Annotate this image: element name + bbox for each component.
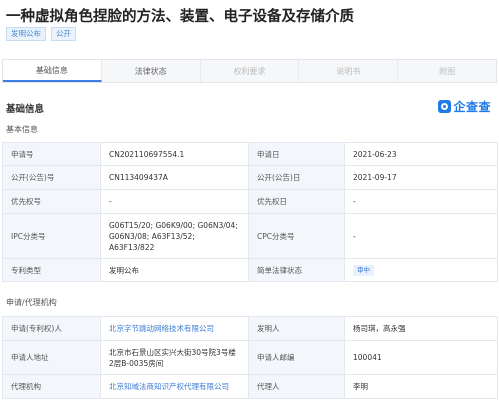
- legal-status-label: 简单法律状态: [248, 258, 345, 282]
- publication-date-value: 2021-09-17: [344, 165, 498, 190]
- page-title: 一种虚拟角色捏脸的方法、装置、电子设备及存储介质: [6, 9, 354, 25]
- tab-basic-info[interactable]: 基础信息: [3, 60, 102, 82]
- table-row: 申请人地址 北京市石景山区实兴大街30号院3号楼2层B-0035房间 申请人邮编…: [2, 340, 498, 375]
- publication-date-label: 公开(公告)日: [248, 165, 345, 190]
- table-row: 公开(公告)号 CN113409437A 公开(公告)日 2021-09-17: [2, 165, 498, 190]
- agency-info-heading: 申请/代理机构: [6, 298, 57, 307]
- basic-info-table: 申请号 CN202110697554.1 申请日 2021-06-23 公开(公…: [2, 142, 498, 282]
- qichacha-logo-text: 企查查: [453, 100, 491, 114]
- application-date-label: 申请日: [248, 142, 345, 166]
- tab-description[interactable]: 说明书: [299, 60, 399, 82]
- status-badge: 审中: [353, 265, 374, 276]
- table-row: 申请号 CN202110697554.1 申请日 2021-06-23: [2, 142, 498, 166]
- priority-number-label: 优先权号: [2, 189, 101, 214]
- publication-number-label: 公开(公告)号: [2, 165, 101, 190]
- agent-value: 李明: [344, 374, 498, 399]
- priority-date-label: 优先权日: [248, 189, 345, 214]
- applicant-postcode-value: 100041: [344, 340, 498, 375]
- applicant-label: 申请(专利权)人: [2, 316, 101, 341]
- applicant-address-label: 申请人地址: [2, 340, 101, 375]
- inventor-value: 杨司琪，高永强: [344, 316, 498, 341]
- priority-number-value: -: [100, 189, 249, 214]
- table-row: 申请(专利权)人 北京字节跳动网络技术有限公司 发明人 杨司琪，高永强: [2, 316, 498, 341]
- tag-list: 发明公布 公开: [6, 27, 76, 41]
- table-row: 优先权号 - 优先权日 -: [2, 189, 498, 214]
- table-row: 代理机构 北京知域法商知识产权代理有限公司 代理人 李明: [2, 374, 498, 399]
- table-row: IPC分类号 G06T15/20; G06K9/00; G06N3/04; G0…: [2, 213, 498, 259]
- application-number-value: CN202110697554.1: [100, 142, 249, 166]
- publication-number-value: CN113409437A: [100, 165, 249, 190]
- tab-drawings[interactable]: 附图: [398, 60, 496, 82]
- tab-legal-status[interactable]: 法律状态: [102, 60, 201, 82]
- ipc-label: IPC分类号: [2, 213, 101, 259]
- agency-label: 代理机构: [2, 374, 101, 399]
- agency-link[interactable]: 北京知域法商知识产权代理有限公司: [100, 374, 249, 399]
- applicant-postcode-label: 申请人邮编: [248, 340, 345, 375]
- legal-status-cell: 审中: [344, 258, 498, 282]
- application-date-value: 2021-06-23: [344, 142, 498, 166]
- tab-claims[interactable]: 权利要求: [201, 60, 300, 82]
- inventor-label: 发明人: [248, 316, 345, 341]
- basic-info-heading: 基本信息: [6, 125, 38, 134]
- cpc-value: -: [344, 213, 498, 259]
- application-number-label: 申请号: [2, 142, 101, 166]
- patent-type-label: 专利类型: [2, 258, 101, 282]
- section-title: 基础信息: [6, 104, 45, 115]
- cpc-label: CPC分类号: [248, 213, 345, 259]
- tab-bar: 基础信息 法律状态 权利要求 说明书 附图: [2, 59, 497, 83]
- tag-invention-publication: 发明公布: [6, 27, 46, 41]
- table-row: 专利类型 发明公布 简单法律状态 审中: [2, 258, 498, 282]
- priority-date-value: -: [344, 189, 498, 214]
- qichacha-logo-icon: [438, 100, 452, 113]
- applicant-link[interactable]: 北京字节跳动网络技术有限公司: [100, 316, 249, 341]
- ipc-value: G06T15/20; G06K9/00; G06N3/04; G06N3/08;…: [100, 213, 249, 259]
- agency-info-table: 申请(专利权)人 北京字节跳动网络技术有限公司 发明人 杨司琪，高永强 申请人地…: [2, 316, 498, 399]
- qichacha-logo: 企查查: [438, 98, 491, 115]
- tag-public: 公开: [51, 27, 76, 41]
- patent-type-value: 发明公布: [100, 258, 249, 282]
- agent-label: 代理人: [248, 374, 345, 399]
- applicant-address-value: 北京市石景山区实兴大街30号院3号楼2层B-0035房间: [100, 340, 249, 375]
